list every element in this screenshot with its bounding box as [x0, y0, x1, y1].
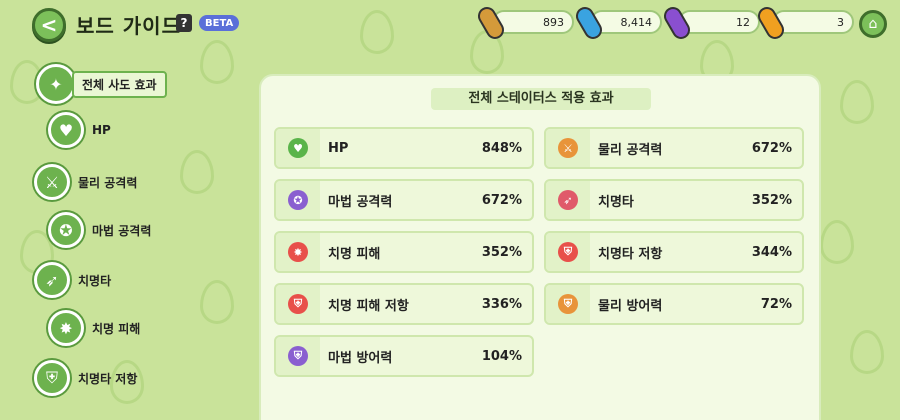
- currency-gold: 3: [754, 3, 854, 43]
- stat-value: 352%: [481, 244, 522, 260]
- stat-value: 352%: [751, 192, 792, 208]
- currency-purple-value: 12: [736, 15, 750, 29]
- sidebar-item-label: 마법 공격력: [92, 223, 152, 238]
- currency-blue-value: 8,414: [620, 15, 653, 29]
- critical-resist-icon: ⛨: [558, 242, 578, 262]
- currency-gold-value: 3: [837, 15, 844, 29]
- stat-name: 마법 공격력: [328, 194, 393, 210]
- sidebar-item-label: 치명타: [78, 273, 112, 288]
- stat-card-hp: ♥ HP 848%: [274, 127, 534, 169]
- beta-badge: BETA: [199, 15, 240, 31]
- stat-card-magic-defense: ⛨ 마법 방어력 104%: [274, 335, 534, 377]
- purple-pill-icon: [660, 3, 694, 43]
- stat-name: HP: [328, 140, 349, 156]
- sidebar-item-label: 치명타 저항: [78, 371, 138, 386]
- help-button[interactable]: ?: [176, 14, 192, 32]
- currency-orange: 893: [474, 3, 574, 43]
- critical-icon: ➶: [558, 190, 578, 210]
- stat-card-physical-defense: ⛨ 물리 방어력 72%: [544, 283, 804, 325]
- stat-card-critical-damage-resist: ⛨ 치명 피해 저항 336%: [274, 283, 534, 325]
- physical-defense-icon: ⛨: [558, 294, 578, 314]
- critical-icon: ➶: [34, 262, 70, 298]
- stat-name: 마법 방어력: [328, 350, 393, 366]
- sword-icon: ⚔: [34, 164, 70, 200]
- all-effects-icon: ✦: [36, 64, 76, 104]
- sidebar-item-label: 전체 사도 효과: [72, 70, 167, 98]
- sidebar-item-critical[interactable]: ➶ 치명타: [34, 262, 111, 298]
- currency-purple: 12: [660, 3, 760, 43]
- stat-card-physical-attack: ⚔ 물리 공격력 672%: [544, 127, 804, 169]
- critical-damage-icon: ✸: [288, 242, 308, 262]
- sidebar-item-label: HP: [92, 123, 111, 137]
- stat-card-critical-resist: ⛨ 치명타 저항 344%: [544, 231, 804, 273]
- magic-wand-icon: ✪: [48, 212, 84, 248]
- sidebar-item-label: 치명 피해: [92, 321, 141, 336]
- home-button[interactable]: ⌂: [859, 10, 887, 38]
- panel-title: 전체 스테이터스 적용 효과: [423, 88, 659, 110]
- stat-value: 104%: [481, 348, 522, 364]
- sidebar-item-hp[interactable]: ♥ HP: [48, 112, 111, 148]
- stat-name: 치명 피해: [328, 246, 381, 262]
- currency-blue: 8,414: [572, 3, 662, 43]
- critical-damage-icon: ✸: [48, 310, 84, 346]
- stat-value: 344%: [751, 244, 792, 260]
- stat-card-magic-attack: ✪ 마법 공격력 672%: [274, 179, 534, 221]
- critical-resist-icon: ⛨: [34, 360, 70, 396]
- heart-icon: ♥: [48, 112, 84, 148]
- stat-card-critical: ➶ 치명타 352%: [544, 179, 804, 221]
- stat-value: 336%: [481, 296, 522, 312]
- magic-defense-icon: ⛨: [288, 346, 308, 366]
- stat-value: 848%: [481, 140, 522, 156]
- stat-value: 72%: [760, 296, 792, 312]
- stat-name: 물리 공격력: [598, 142, 663, 158]
- stat-name: 치명 피해 저항: [328, 298, 409, 314]
- stat-name: 물리 방어력: [598, 298, 663, 314]
- critical-damage-resist-icon: ⛨: [288, 294, 308, 314]
- sidebar-item-critical-damage[interactable]: ✸ 치명 피해: [48, 310, 140, 346]
- heart-icon: ♥: [288, 138, 308, 158]
- stat-name: 치명타: [598, 194, 634, 210]
- stat-value: 672%: [751, 140, 792, 156]
- back-button[interactable]: <: [32, 8, 66, 42]
- sidebar-item-critical-resist[interactable]: ⛨ 치명타 저항: [34, 360, 137, 396]
- chevron-left-icon: <: [40, 13, 58, 37]
- status-effects-panel: 전체 스테이터스 적용 효과 ♥ HP 848% ⚔ 물리 공격력 672% ✪…: [259, 74, 821, 420]
- sidebar-item-physical-attack[interactable]: ⚔ 물리 공격력: [34, 164, 137, 200]
- stat-value: 672%: [481, 192, 522, 208]
- stat-name: 치명타 저항: [598, 246, 663, 262]
- blue-pill-icon: [572, 3, 606, 43]
- sidebar-item-magic-attack[interactable]: ✪ 마법 공격력: [48, 212, 151, 248]
- orange-pill-icon: [474, 3, 508, 43]
- currency-orange-value: 893: [543, 15, 564, 29]
- magic-wand-icon: ✪: [288, 190, 308, 210]
- sidebar-item-all-effects[interactable]: ✦ 전체 사도 효과: [36, 64, 167, 104]
- sidebar-item-label: 물리 공격력: [78, 175, 138, 190]
- stat-card-critical-damage: ✸ 치명 피해 352%: [274, 231, 534, 273]
- sword-icon: ⚔: [558, 138, 578, 158]
- page-title: 보드 가이드: [76, 14, 181, 38]
- home-icon: ⌂: [868, 16, 878, 32]
